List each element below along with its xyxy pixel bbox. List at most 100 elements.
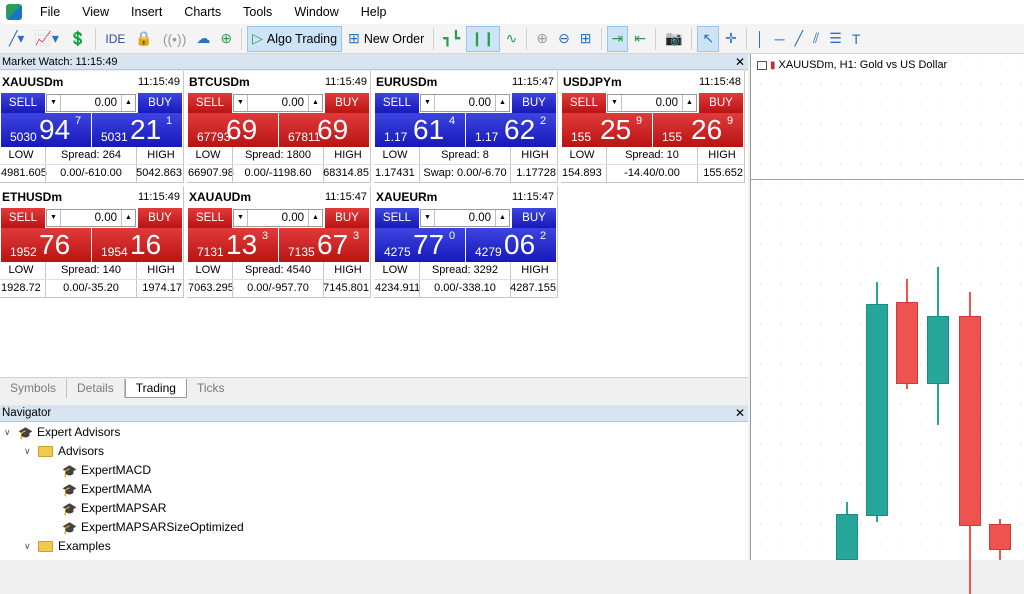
lot-input[interactable]: ▼ 0.00 ▲: [233, 94, 323, 112]
bid-price-box[interactable]: 4275 77 0: [375, 228, 465, 262]
menu-insert[interactable]: Insert: [120, 0, 173, 24]
lot-input[interactable]: ▼ 0.00 ▲: [607, 94, 697, 112]
sell-button[interactable]: SELL: [1, 93, 45, 113]
tree-item-expertmama[interactable]: 🎓 ExpertMAMA: [62, 480, 152, 499]
chart-type-icon[interactable]: ╱▾: [5, 26, 28, 52]
zoom-out-icon[interactable]: ⊖: [554, 26, 574, 52]
buy-button[interactable]: BUY: [138, 208, 182, 228]
trendline-icon[interactable]: ╱: [791, 26, 807, 52]
menu-help[interactable]: Help: [350, 0, 398, 24]
chevron-down-icon[interactable]: ∨: [4, 423, 14, 442]
lot-increase-icon[interactable]: ▲: [121, 95, 135, 111]
menu-charts[interactable]: Charts: [173, 0, 232, 24]
sell-button[interactable]: SELL: [1, 208, 45, 228]
sell-button[interactable]: SELL: [188, 93, 232, 113]
lot-increase-icon[interactable]: ▲: [121, 210, 135, 226]
lot-input[interactable]: ▼ 0.00 ▲: [420, 209, 510, 227]
ask-price-box[interactable]: 155 26 9: [653, 113, 743, 147]
close-icon[interactable]: ✕: [735, 54, 745, 70]
fibonacci-icon[interactable]: ☰: [825, 26, 846, 52]
cloud-icon[interactable]: ☁: [192, 26, 214, 52]
new-order-button[interactable]: ⊞ New Order: [344, 26, 428, 52]
lot-increase-icon[interactable]: ▲: [495, 210, 509, 226]
tree-item-examples[interactable]: ∨ Examples: [24, 537, 111, 556]
sell-button[interactable]: SELL: [562, 93, 606, 113]
autoscroll-icon[interactable]: ⇥: [606, 25, 629, 52]
lot-decrease-icon[interactable]: ▼: [421, 210, 435, 226]
lot-decrease-icon[interactable]: ▼: [234, 95, 248, 111]
bid-price-box[interactable]: 1952 76: [1, 228, 91, 262]
crosshair-icon[interactable]: ✛: [721, 26, 741, 52]
screenshot-icon[interactable]: 📷: [661, 26, 686, 52]
bid-price-box[interactable]: 1.17 61 4: [375, 113, 465, 147]
chevron-down-icon[interactable]: ∨: [24, 442, 34, 461]
vps-icon[interactable]: ⊕: [216, 26, 236, 52]
tab-ticks[interactable]: Ticks: [187, 379, 235, 398]
lock-icon[interactable]: 🔒: [131, 26, 156, 52]
tree-item-advisors[interactable]: ∨ Advisors: [24, 442, 104, 461]
line-chart-icon[interactable]: ∿: [502, 26, 522, 52]
lot-increase-icon[interactable]: ▲: [308, 210, 322, 226]
tree-item-expertmacd[interactable]: 🎓 ExpertMACD: [62, 461, 151, 480]
sell-button[interactable]: SELL: [375, 93, 419, 113]
lot-increase-icon[interactable]: ▲: [682, 95, 696, 111]
lot-input[interactable]: ▼ 0.00 ▲: [233, 209, 323, 227]
menu-tools[interactable]: Tools: [232, 0, 283, 24]
algo-trading-button[interactable]: ▷ Algo Trading: [247, 25, 343, 52]
tab-trading[interactable]: Trading: [124, 379, 187, 398]
ask-price-box[interactable]: 1954 16: [92, 228, 182, 262]
lot-decrease-icon[interactable]: ▼: [421, 95, 435, 111]
buy-button[interactable]: BUY: [699, 93, 743, 113]
ask-price-box[interactable]: 5031 21 1: [92, 113, 182, 147]
chart-window[interactable]: ▮ XAUUSDm, H1: Gold vs US Dollar: [750, 54, 1024, 594]
chevron-down-icon[interactable]: ∨: [24, 537, 34, 556]
candlestick-icon[interactable]: ❙❙: [466, 25, 500, 52]
ask-price-box[interactable]: 67811 69: [279, 113, 369, 147]
sell-button[interactable]: SELL: [375, 208, 419, 228]
grid-icon[interactable]: ⊞: [576, 26, 596, 52]
menu-window[interactable]: Window: [283, 0, 349, 24]
ask-price-box[interactable]: 4279 06 2: [466, 228, 556, 262]
menu-view[interactable]: View: [71, 0, 120, 24]
bid-price-box[interactable]: 155 25 9: [562, 113, 652, 147]
close-icon[interactable]: ✕: [735, 405, 745, 421]
lot-increase-icon[interactable]: ▲: [308, 95, 322, 111]
lot-input[interactable]: ▼ 0.00 ▲: [46, 209, 136, 227]
ask-price-box[interactable]: 1.17 62 2: [466, 113, 556, 147]
lot-input[interactable]: ▼ 0.00 ▲: [420, 94, 510, 112]
tree-item-expertmapsarsizeoptimized[interactable]: 🎓 ExpertMAPSARSizeOptimized: [62, 518, 244, 537]
horizontal-line-icon[interactable]: ─: [771, 26, 789, 52]
chart-shift-icon[interactable]: ⇤: [630, 26, 650, 52]
zoom-in-icon[interactable]: ⊕: [532, 26, 552, 52]
vertical-line-icon[interactable]: │: [752, 26, 769, 52]
money-icon[interactable]: 💲: [65, 26, 90, 52]
tab-symbols[interactable]: Symbols: [0, 379, 68, 398]
lot-decrease-icon[interactable]: ▼: [234, 210, 248, 226]
signal-icon[interactable]: ((•)): [159, 26, 191, 52]
buy-button[interactable]: BUY: [512, 208, 556, 228]
buy-button[interactable]: BUY: [512, 93, 556, 113]
sell-button[interactable]: SELL: [188, 208, 232, 228]
buy-button[interactable]: BUY: [138, 93, 182, 113]
channel-icon[interactable]: ⫽: [809, 26, 823, 52]
ide-button[interactable]: IDE: [101, 26, 129, 52]
bid-price-box[interactable]: 7131 13 3: [188, 228, 278, 262]
ask-price-box[interactable]: 7135 67 3: [279, 228, 369, 262]
buy-button[interactable]: BUY: [325, 208, 369, 228]
menu-file[interactable]: File: [28, 0, 71, 24]
text-icon[interactable]: T: [848, 26, 865, 52]
bar-chart-icon[interactable]: ┓┗: [439, 26, 464, 52]
lot-decrease-icon[interactable]: ▼: [47, 95, 61, 111]
tree-item-expert-advisors[interactable]: ∨ 🎓 Expert Advisors: [4, 423, 120, 442]
tree-item-expertmapsar[interactable]: 🎓 ExpertMAPSAR: [62, 499, 166, 518]
lot-decrease-icon[interactable]: ▼: [47, 210, 61, 226]
buy-button[interactable]: BUY: [325, 93, 369, 113]
cursor-icon[interactable]: ↖: [697, 25, 720, 52]
tab-details[interactable]: Details: [67, 379, 125, 398]
bid-price-box[interactable]: 5030 94 7: [1, 113, 91, 147]
lot-input[interactable]: ▼ 0.00 ▲: [46, 94, 136, 112]
bid-price-box[interactable]: 67793 69: [188, 113, 278, 147]
lot-increase-icon[interactable]: ▲: [495, 95, 509, 111]
new-chart-icon[interactable]: 📈▾: [30, 26, 62, 52]
lot-decrease-icon[interactable]: ▼: [608, 95, 622, 111]
